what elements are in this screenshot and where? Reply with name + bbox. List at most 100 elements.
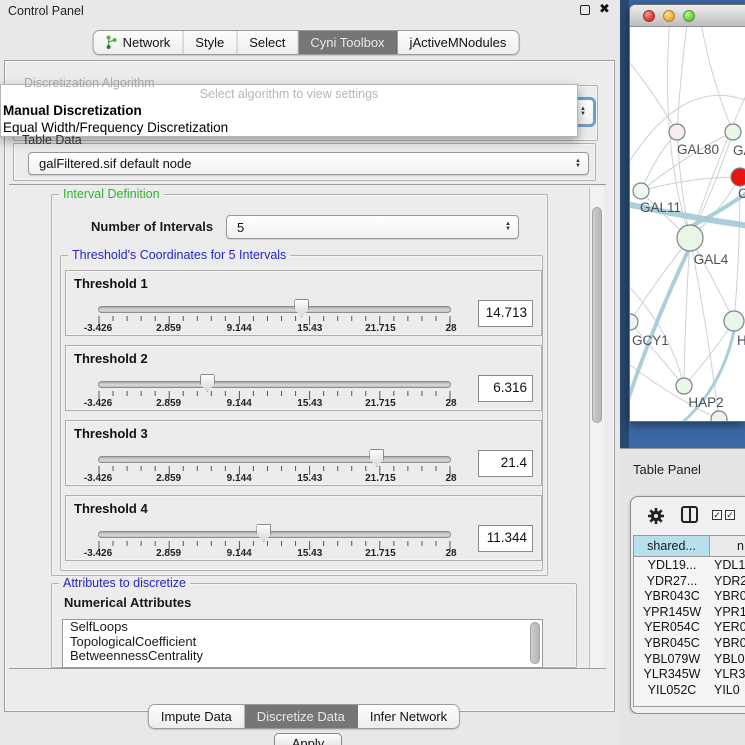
popup-option-manual-discretization[interactable]: Manual Discretization: [3, 103, 142, 118]
table-row[interactable]: YLR345W YLR3: [634, 667, 745, 683]
table-row[interactable]: YBR045C YBR0: [634, 636, 745, 652]
numerical-attributes-list[interactable]: SelfLoopsTopologicalCoefficientBetweenne…: [62, 619, 543, 668]
slider-ticks: [98, 466, 453, 476]
tick-label: 21.715: [365, 548, 396, 559]
slider-ticks: [98, 316, 453, 326]
scrollbar-thumb[interactable]: [592, 207, 602, 423]
slider-thumb[interactable]: [294, 299, 309, 317]
tab-infer-network[interactable]: Infer Network: [358, 705, 459, 728]
column-header-name[interactable]: n: [710, 536, 745, 556]
threshold-row-1: Threshold 1 -3.4262.8599.14415.4321.7152…: [65, 270, 542, 336]
vertical-scrollbar[interactable]: [589, 187, 604, 668]
table-panel-header: Table Panel: [620, 448, 745, 496]
number-of-intervals-combo[interactable]: 5 ▲▼: [226, 215, 519, 239]
attribute-item[interactable]: BetweennessCentrality: [63, 649, 542, 664]
threshold-value-field[interactable]: 6.316: [478, 375, 533, 402]
columns-icon[interactable]: [681, 506, 698, 523]
table-data-group: galFiltered.sif default node ▲▼: [13, 143, 596, 181]
tick-label: 28: [445, 473, 456, 484]
table-row[interactable]: YDR27... YDR2: [634, 574, 745, 590]
svg-text:GA: GA: [733, 143, 745, 158]
background: [620, 714, 745, 745]
slider-ticks: [98, 541, 453, 551]
checkbox-icon[interactable]: ✓: [712, 510, 722, 520]
threshold-value-field[interactable]: 14.713: [478, 300, 533, 327]
tick-label: 15.43: [297, 398, 322, 409]
checkbox-icon[interactable]: ✓: [725, 510, 735, 520]
tick-label: 15.43: [297, 473, 322, 484]
threshold-label: Threshold 4: [74, 501, 148, 516]
network-window-titlebar[interactable]: [630, 5, 745, 27]
table-row[interactable]: YIL052C YIL0: [634, 683, 745, 699]
list-scrollbar[interactable]: [530, 622, 540, 664]
gear-icon[interactable]: [647, 507, 665, 525]
apply-button[interactable]: Apply: [274, 733, 342, 745]
table-row[interactable]: YER054C YER0: [634, 620, 745, 636]
table-data-combo[interactable]: galFiltered.sif default node ▲▼: [28, 152, 589, 175]
slider-track[interactable]: [98, 531, 451, 538]
tick-label: 2.859: [156, 473, 181, 484]
top-tab-bar: NetworkStyleSelectCyni ToolboxjActiveMNo…: [93, 30, 520, 55]
slider-track[interactable]: [98, 381, 451, 388]
numerical-attributes-label: Numerical Attributes: [64, 595, 191, 610]
table-header-row: shared... n: [634, 536, 745, 557]
settings-scroll-region: Interval Definition Number of Intervals …: [9, 184, 606, 669]
table-row[interactable]: YDL19... YDL1: [634, 558, 745, 574]
threshold-row-2: Threshold 2 -3.4262.8599.14415.4321.7152…: [65, 345, 542, 411]
slider-thumb[interactable]: [256, 524, 271, 542]
minimize-traffic-icon[interactable]: [663, 10, 675, 22]
node-table: shared... n YDL19... YDL1YDR27... YDR2YB…: [633, 535, 745, 707]
tab-impute-data[interactable]: Impute Data: [149, 705, 245, 728]
threshold-value-field[interactable]: 11.344: [478, 525, 533, 552]
table-row[interactable]: YBL079W YBL0: [634, 652, 745, 668]
tab-style[interactable]: Style: [183, 31, 237, 54]
thresholds-legend: Threshold's Coordinates for 5 Intervals: [68, 248, 290, 262]
svg-text:GAL80: GAL80: [677, 142, 719, 157]
table-toolbar: ✓ ✓: [631, 497, 745, 535]
slider-thumb[interactable]: [200, 374, 215, 392]
column-header-shared-name[interactable]: shared...: [634, 536, 710, 556]
tick-label: 2.859: [156, 548, 181, 559]
tick-label: -3.426: [84, 548, 112, 559]
tab-network[interactable]: Network: [94, 31, 184, 54]
thresholds-group: Threshold's Coordinates for 5 Intervals …: [60, 255, 543, 571]
panel-title: Control Panel: [8, 4, 84, 18]
slider-thumb[interactable]: [369, 449, 384, 467]
table-rows: YDL19... YDL1YDR27... YDR2YBR043C YBR0YP…: [634, 558, 745, 698]
table-panel-title: Table Panel: [633, 462, 701, 477]
threshold-value-field[interactable]: 21.4: [478, 450, 533, 477]
tab-jactivemnodules[interactable]: jActiveMNodules: [398, 31, 519, 54]
network-canvas[interactable]: GAL80GACGAL11GAL4GCY1HHAP2: [630, 27, 745, 422]
table-data-combo-value: galFiltered.sif default node: [29, 156, 568, 171]
svg-text:C: C: [738, 186, 745, 201]
combo-arrows-icon[interactable]: ▲▼: [568, 153, 588, 174]
svg-text:H: H: [737, 333, 745, 348]
screen: Control Panel ✖ NetworkStyleSelectCyni T…: [0, 0, 745, 745]
slider-track[interactable]: [98, 456, 451, 463]
table-row[interactable]: YPR145W YPR1: [634, 605, 745, 621]
tick-label: 21.715: [365, 398, 396, 409]
cyni-toolbox-content: ▲▼ galFiltered.sif default node ▲▼ Inter…: [4, 60, 615, 712]
interval-definition-group: Interval Definition Number of Intervals …: [51, 194, 548, 576]
algorithm-dropdown-popup: Select algorithm to view settings Manual…: [0, 84, 578, 137]
tab-cyni-toolbox[interactable]: Cyni Toolbox: [298, 31, 397, 54]
tick-label: 28: [445, 398, 456, 409]
control-panel-titlebar: Control Panel ✖: [0, 0, 620, 24]
tab-select[interactable]: Select: [237, 31, 298, 54]
bottom-tab-bar: Impute DataDiscretize DataInfer Network: [148, 704, 460, 729]
attributes-legend: Attributes to discretize: [59, 576, 190, 590]
tab-discretize-data[interactable]: Discretize Data: [245, 705, 358, 728]
slider-track[interactable]: [98, 306, 451, 313]
table-row[interactable]: YBR043C YBR0: [634, 589, 745, 605]
close-traffic-icon[interactable]: [643, 10, 655, 22]
close-icon[interactable]: ✖: [599, 1, 610, 17]
combo-arrows-icon[interactable]: ▲▼: [498, 216, 518, 238]
tick-label: -3.426: [84, 398, 112, 409]
float-window-icon[interactable]: [580, 5, 590, 15]
zoom-traffic-icon[interactable]: [683, 10, 695, 22]
tick-label: 21.715: [365, 473, 396, 484]
attribute-item[interactable]: TopologicalCoefficient: [63, 635, 542, 650]
table-data-label: Table Data: [22, 133, 82, 147]
attribute-item[interactable]: SelfLoops: [63, 620, 542, 635]
network-graph: GAL80GACGAL11GAL4GCY1HHAP2: [630, 27, 745, 422]
